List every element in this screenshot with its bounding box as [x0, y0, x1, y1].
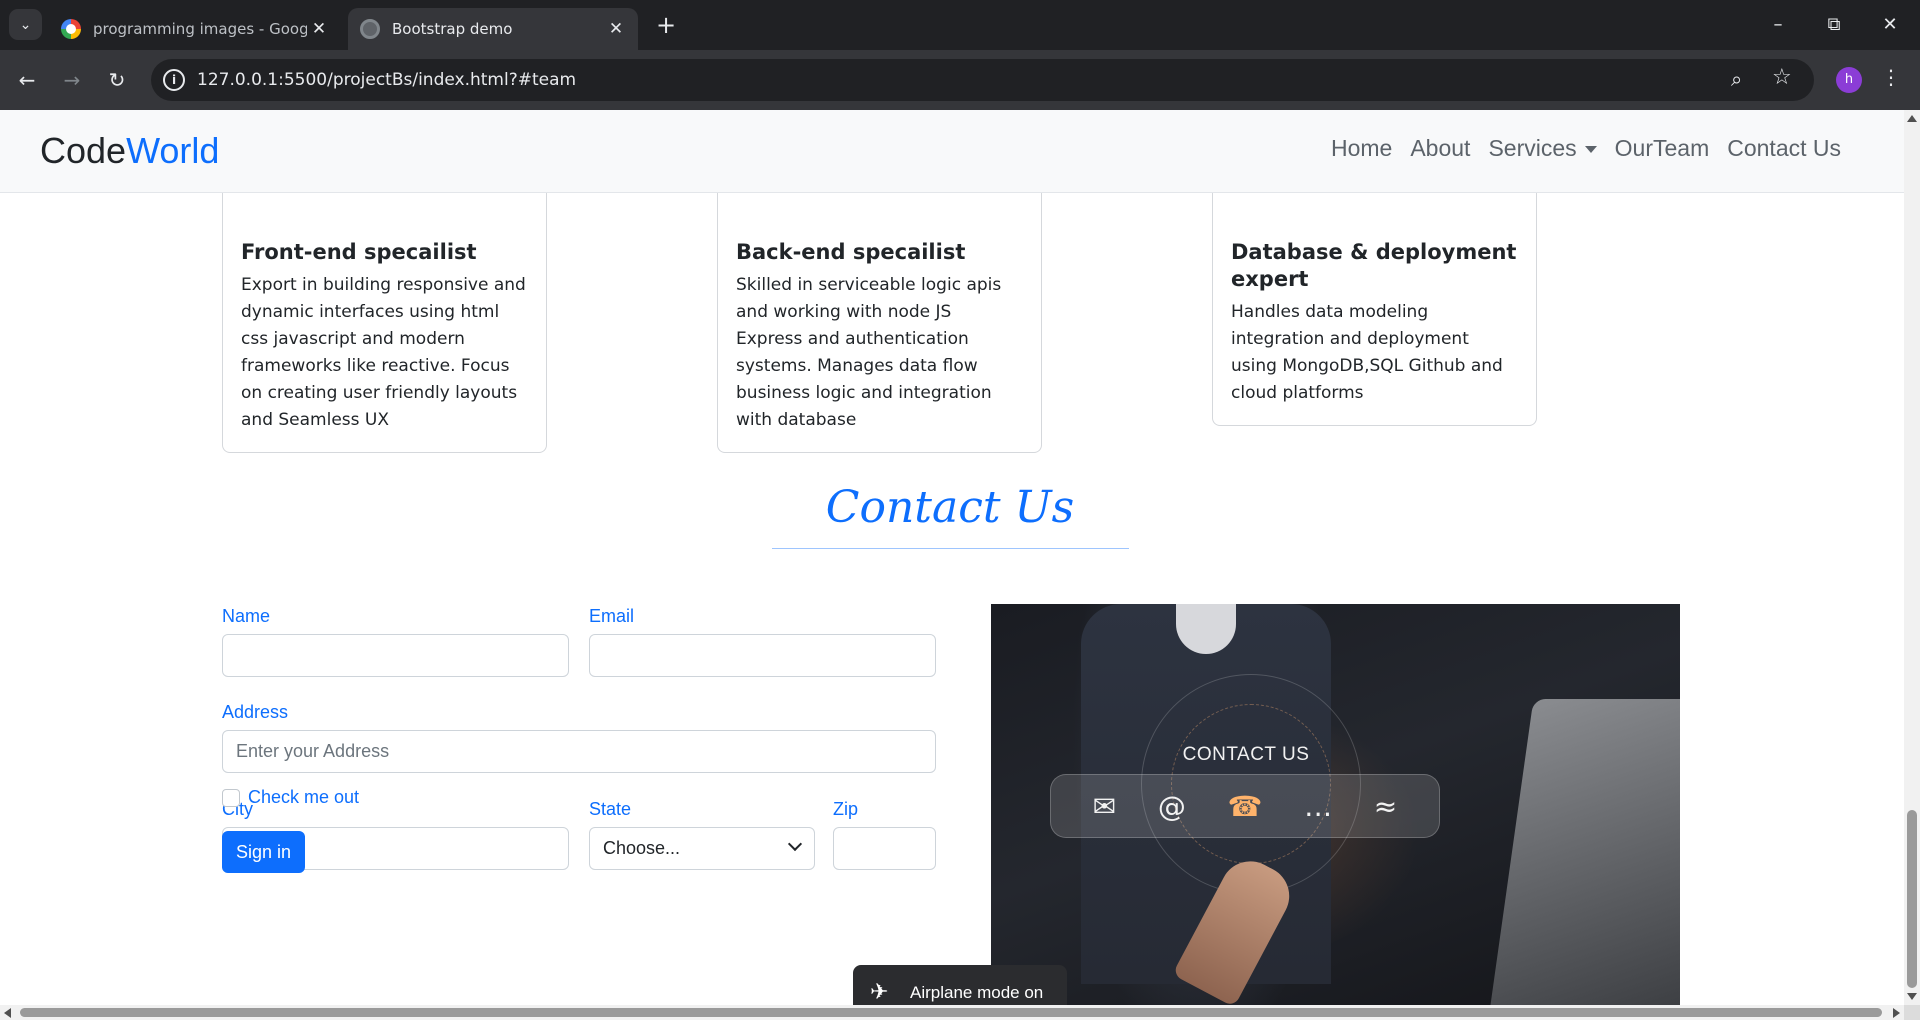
team-card-frontend: Front-end specailist Export in building … [222, 193, 547, 453]
team-card-text: Export in building responsive and dynami… [241, 275, 526, 430]
state-select[interactable]: Choose... [589, 827, 815, 870]
browser-tab-bootstrap-demo[interactable]: Bootstrap demo ✕ [348, 8, 638, 50]
scrollbar-corner [1904, 1005, 1920, 1020]
nav-link-contact[interactable]: Contact Us [1727, 135, 1841, 162]
mobile-phone-icon: ☎ [1227, 789, 1263, 823]
nav-dropdown-services[interactable]: Services [1488, 135, 1597, 162]
name-label: Name [222, 606, 271, 626]
envelope-icon: ✉ [1092, 789, 1117, 823]
caret-down-icon [1584, 146, 1597, 154]
back-arrow-left-icon[interactable]: ← [11, 64, 43, 96]
team-card-database: Database & deployment expert Handles dat… [1212, 193, 1537, 426]
scroll-right-arrow-icon[interactable] [1893, 1008, 1900, 1018]
browser-menu-kebab-icon[interactable]: ⋮ [1881, 65, 1901, 89]
image-caption: CONTACT US [1182, 744, 1310, 765]
horizontal-scrollbar[interactable] [0, 1005, 1904, 1020]
at-sign-icon: @ [1157, 789, 1186, 823]
team-card-text: Skilled in serviceable logic apis and wo… [736, 275, 1002, 430]
check-me-out-checkbox[interactable] [222, 789, 240, 807]
page-viewport: CodeWorld Home About Services OurTeam Co… [0, 110, 1904, 1005]
team-card-title: Back-end specailist [736, 240, 966, 264]
globe-favicon-icon [360, 19, 380, 39]
chat-bubble-icon: … [1304, 789, 1333, 823]
nav-links: Home About Services OurTeam Contact Us [1331, 135, 1841, 162]
team-card-title: Front-end specailist [241, 240, 477, 264]
image-laptop [1488, 699, 1680, 1005]
scroll-up-arrow-icon[interactable] [1907, 115, 1917, 122]
close-window-icon[interactable]: ✕ [1862, 8, 1918, 42]
vertical-scrollbar-thumb[interactable] [1907, 810, 1917, 988]
site-navbar: CodeWorld Home About Services OurTeam Co… [0, 110, 1904, 193]
forward-arrow-right-icon[interactable]: → [56, 64, 88, 96]
close-tab-icon[interactable]: ✕ [307, 19, 331, 39]
profile-avatar[interactable]: h [1836, 67, 1862, 93]
address-label: Address [222, 702, 289, 722]
email-input[interactable] [589, 634, 936, 677]
state-label: State [589, 799, 632, 819]
tab-title: programming images - Google [93, 20, 307, 38]
restore-window-icon[interactable]: ⧉ [1806, 8, 1862, 42]
wifi-icon: ≈ [1373, 789, 1398, 823]
brand-main-text: Code [40, 130, 127, 171]
email-label: Email [589, 606, 635, 626]
reload-icon[interactable]: ↻ [101, 64, 133, 96]
image-contact-icon-panel: ✉ @ ☎ … ≈ [1050, 774, 1440, 838]
vertical-scrollbar[interactable] [1904, 110, 1920, 1005]
scroll-down-arrow-icon[interactable] [1907, 993, 1917, 1000]
toast-text: Airplane mode on [910, 983, 1044, 1002]
horizontal-scrollbar-thumb[interactable] [20, 1008, 1882, 1017]
zoom-out-icon[interactable]: ⌕ [1731, 67, 1742, 91]
browser-tab-google[interactable]: programming images - Google ✕ [49, 8, 341, 50]
name-input[interactable] [222, 634, 569, 677]
contact-us-image: CONTACT US ✉ @ ☎ … ≈ [991, 604, 1680, 1005]
zip-label: Zip [833, 799, 859, 819]
new-tab-plus-icon[interactable]: + [651, 10, 681, 40]
nav-link-ourteam[interactable]: OurTeam [1615, 135, 1710, 162]
brand-accent-text: World [126, 130, 220, 171]
sign-in-button[interactable]: Sign in [222, 831, 305, 873]
close-tab-icon[interactable]: ✕ [604, 19, 628, 39]
tab-search-chevron-down-icon[interactable]: ⌄ [9, 9, 42, 40]
address-input[interactable]: Enter your Address [222, 730, 936, 773]
team-card-title: Database & deployment expert [1231, 240, 1517, 291]
zip-input[interactable] [833, 827, 936, 870]
minimize-window-icon[interactable]: – [1750, 8, 1806, 42]
airplane-icon: ✈ [870, 979, 889, 1004]
site-info-icon[interactable]: i [163, 69, 185, 91]
contact-title-divider [772, 548, 1129, 549]
state-select-value: Choose... [603, 838, 681, 858]
team-card-text: Handles data modeling integration and de… [1231, 302, 1503, 403]
chevron-down-icon [787, 836, 803, 852]
team-card-backend: Back-end specailist Skilled in serviceab… [717, 193, 1042, 453]
address-bar-url[interactable]: 127.0.0.1:5500/projectBs/index.html?#tea… [197, 59, 576, 101]
nav-link-services-label: Services [1488, 135, 1577, 161]
browser-tab-strip: ⌄ programming images - Google ✕ Bootstra… [0, 0, 1920, 50]
nav-link-home[interactable]: Home [1331, 135, 1392, 162]
brand-logo[interactable]: CodeWorld [40, 130, 219, 172]
check-me-out-label[interactable]: Check me out [248, 787, 359, 808]
contact-section-title: Contact Us [825, 482, 1075, 533]
google-favicon-icon [61, 19, 81, 39]
address-bar[interactable]: i 127.0.0.1:5500/projectBs/index.html?#t… [151, 59, 1814, 101]
browser-toolbar: ← → ↻ i 127.0.0.1:5500/projectBs/index.h… [0, 50, 1920, 110]
scroll-left-arrow-icon[interactable] [4, 1008, 11, 1018]
tab-title: Bootstrap demo [392, 20, 513, 38]
bookmark-star-icon[interactable]: ☆ [1772, 65, 1792, 90]
nav-link-about[interactable]: About [1410, 135, 1470, 162]
